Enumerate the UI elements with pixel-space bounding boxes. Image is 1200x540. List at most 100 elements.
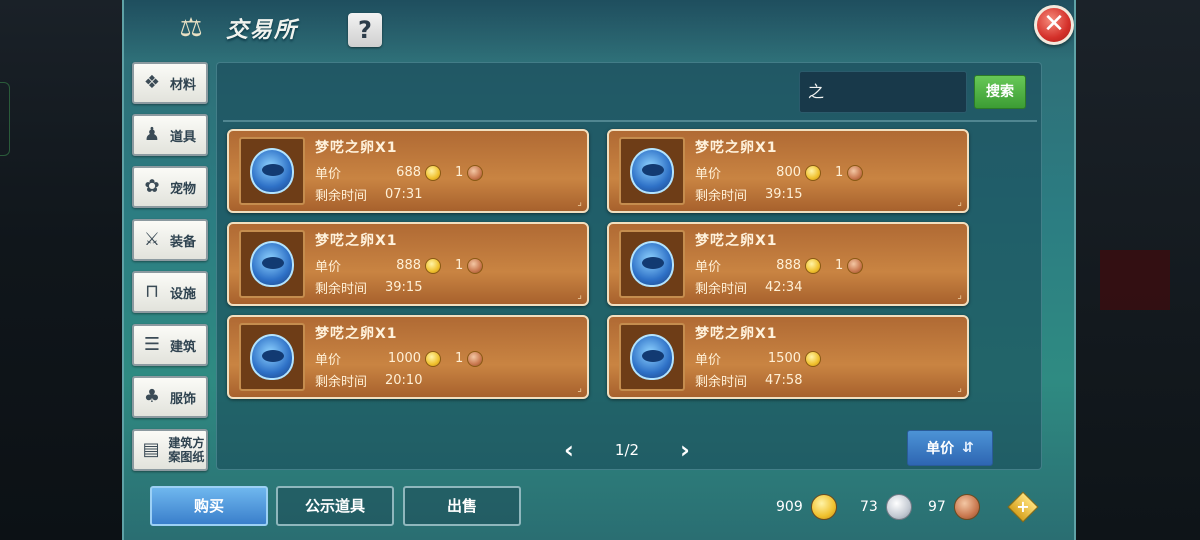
gold-coin-icon: [810, 494, 837, 520]
chevron-right-icon[interactable]: ›: [673, 436, 697, 464]
gold-coin-icon: [805, 257, 821, 274]
silver-amount: 73: [860, 499, 878, 515]
world-background-left: [0, 0, 122, 540]
listing-name: 梦呓之卵X1: [315, 233, 398, 249]
page-indicator: 1/2: [614, 441, 640, 459]
tab-sell[interactable]: 出售: [403, 486, 521, 526]
listing-price: 888: [776, 258, 801, 273]
building-icon: ☰: [143, 334, 161, 355]
time-label: 剩余时间: [315, 282, 368, 297]
sidebar-item-equipment[interactable]: ⚔ 装备: [132, 219, 208, 261]
listing-card[interactable]: 梦呓之卵X1 单价 800 1 剩余时间 39:15 ⌟: [607, 129, 969, 213]
world-edge-marker: [0, 82, 10, 156]
bronze-coin-icon: [467, 164, 484, 181]
listing-bronze: 1: [835, 258, 844, 273]
listing-time-row: 剩余时间 39:15: [695, 185, 802, 204]
gold-coin-icon: [425, 350, 441, 367]
sidebar-item-label: 材料: [170, 77, 197, 93]
corner-mark-icon: ⌟: [577, 383, 582, 394]
listing-card[interactable]: 梦呓之卵X1 单价 888 1 剩余时间 39:15 ⌟: [227, 222, 589, 306]
item-thumbnail: [619, 230, 685, 298]
tab-public-items[interactable]: 公示道具: [276, 486, 394, 526]
sidebar-item-materials[interactable]: ❖ 材料: [132, 62, 208, 104]
listing-name: 梦呓之卵X1: [315, 326, 398, 342]
sidebar-item-label: 设施: [170, 286, 197, 302]
gold-coin-icon: [425, 164, 441, 181]
listing-card[interactable]: 梦呓之卵X1 单价 1000 1 剩余时间 20:10 ⌟: [227, 315, 589, 399]
search-button[interactable]: 搜索: [974, 75, 1026, 109]
tab-buy[interactable]: 购买: [150, 486, 268, 526]
materials-icon: ❖: [143, 72, 161, 93]
facility-icon: ⊓: [144, 281, 160, 302]
sidebar-item-pets[interactable]: ✿ 宠物: [132, 166, 208, 208]
listing-time: 39:15: [385, 280, 423, 295]
listing-price: 1000: [387, 351, 421, 366]
sidebar-item-facilities[interactable]: ⊓ 设施: [132, 271, 208, 313]
bronze-coin-icon: [467, 350, 484, 367]
listing-time: 47:58: [765, 373, 803, 388]
listing-price-row: 单价 800 1: [695, 163, 864, 182]
search-input[interactable]: 之: [799, 71, 967, 113]
listing-bronze: 1: [455, 258, 464, 273]
item-thumbnail: [619, 323, 685, 391]
price-label: 单价: [695, 353, 722, 368]
gold-balance: 909: [776, 494, 837, 520]
price-label: 单价: [695, 260, 722, 275]
bronze-coin-icon: [953, 494, 980, 520]
listings-panel: 之 搜索 梦呓之卵X1 单价 688 1 剩余时间 07:31 ⌟ 梦呓之卵X1: [216, 62, 1042, 470]
bronze-balance: 97: [928, 494, 980, 520]
time-label: 剩余时间: [315, 189, 368, 204]
world-block: [1100, 250, 1170, 310]
sidebar-item-blueprints[interactable]: ▤ 建筑方案图纸: [132, 429, 208, 471]
sort-by-price-button[interactable]: 单价 ⇵: [907, 430, 993, 466]
listing-card[interactable]: 梦呓之卵X1 单价 1500 剩余时间 47:58 ⌟: [607, 315, 969, 399]
gold-coin-icon: [425, 257, 441, 274]
listing-time-row: 剩余时间 39:15: [315, 278, 422, 297]
price-label: 单价: [315, 167, 342, 182]
listing-time-row: 剩余时间 20:10: [315, 371, 422, 390]
exchange-window: ⚖ 交易所 ? ✕ ❖ 材料 ♟ 道具 ✿ 宠物 ⚔ 装备 ⊓ 设施 ☰ 建筑 …: [122, 0, 1076, 540]
sidebar-item-label: 道具: [170, 129, 197, 145]
bronze-coin-icon: [847, 257, 864, 274]
listing-price: 888: [396, 258, 421, 273]
gold-coin-icon: [805, 350, 821, 367]
bronze-coin-icon: [467, 257, 484, 274]
sidebar-item-label: 建筑方案图纸: [168, 436, 205, 464]
price-label: 单价: [315, 260, 342, 275]
price-label: 单价: [695, 167, 722, 182]
window-title: 交易所: [226, 18, 299, 43]
item-thumbnail: [239, 323, 305, 391]
listing-card[interactable]: 梦呓之卵X1 单价 688 1 剩余时间 07:31 ⌟: [227, 129, 589, 213]
listing-bronze: 1: [455, 165, 464, 180]
dream-egg-icon: [630, 148, 674, 194]
sort-icon: ⇵: [962, 440, 974, 456]
add-currency-button[interactable]: +: [1007, 491, 1039, 523]
paw-icon: ✿: [144, 176, 160, 197]
listing-name: 梦呓之卵X1: [695, 326, 778, 342]
time-label: 剩余时间: [695, 282, 748, 297]
chevron-left-icon[interactable]: ‹: [557, 436, 581, 464]
help-button[interactable]: ?: [348, 13, 382, 47]
sidebar-item-label: 服饰: [170, 391, 197, 407]
silver-balance: 73: [860, 494, 912, 520]
corner-mark-icon: ⌟: [957, 197, 962, 208]
listing-price-row: 单价 1500: [695, 349, 821, 368]
close-button[interactable]: ✕: [1034, 5, 1074, 45]
corner-mark-icon: ⌟: [577, 290, 582, 301]
sidebar-item-clothing[interactable]: ♣ 服饰: [132, 376, 208, 418]
blueprint-icon: ▤: [142, 439, 160, 460]
price-label: 单价: [315, 353, 342, 368]
listing-card[interactable]: 梦呓之卵X1 单价 888 1 剩余时间 42:34 ⌟: [607, 222, 969, 306]
dream-egg-icon: [250, 241, 294, 287]
sort-label: 单价: [926, 441, 955, 457]
clothing-icon: ♣: [143, 386, 161, 407]
listing-price-row: 单价 888 1: [695, 256, 864, 275]
listing-price: 1500: [767, 351, 801, 366]
listing-price: 688: [396, 165, 421, 180]
listing-price: 800: [776, 165, 801, 180]
sidebar-item-buildings[interactable]: ☰ 建筑: [132, 324, 208, 366]
silver-coin-icon: [885, 494, 912, 520]
time-label: 剩余时间: [695, 375, 748, 390]
dream-egg-icon: [250, 334, 294, 380]
sidebar-item-items[interactable]: ♟ 道具: [132, 114, 208, 156]
